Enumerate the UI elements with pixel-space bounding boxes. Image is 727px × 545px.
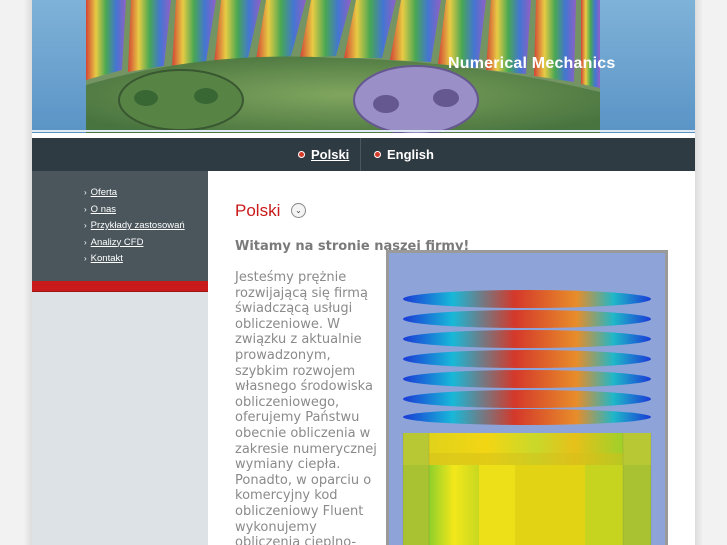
sidebar-accent-bar <box>32 281 208 292</box>
arrow-right-icon: › <box>84 204 87 214</box>
arrow-right-icon: › <box>84 221 87 230</box>
lang-label: English <box>387 147 434 162</box>
sidebar-item-label: O nas <box>90 203 117 215</box>
arrow-right-icon: › <box>84 254 87 263</box>
sidebar-item-o-nas[interactable]: › O nas <box>84 202 208 219</box>
page-container: Numerical Mechanics Polski English › Ofer… <box>32 0 695 545</box>
lang-link-english[interactable]: English <box>374 147 434 162</box>
lang-divider <box>360 138 361 171</box>
chevron-down-icon[interactable]: ⌄ <box>291 203 306 218</box>
sidebar-menu: › Oferta › O nas › Przykłady zastosowań › An… <box>32 171 208 281</box>
sidebar-item-label: Przykłady zastosowań <box>90 220 185 231</box>
bullet-icon <box>298 151 305 158</box>
sidebar-item-analizy-cfd[interactable]: › Analizy CFD <box>84 235 208 252</box>
sidebar-item-oferta[interactable]: › Oferta <box>84 185 208 202</box>
sidebar-item-label: Oferta <box>90 187 118 198</box>
arrow-right-icon: › <box>84 237 87 247</box>
arrow-right-icon: › <box>84 188 87 197</box>
main-content: Polski ⌄ Witamy na stronie naszej firmy!… <box>208 171 695 545</box>
lang-label: Polski <box>311 147 350 162</box>
page-shadow-left <box>24 0 32 545</box>
banner-divider <box>32 130 695 132</box>
lang-link-polski[interactable]: Polski <box>298 147 349 162</box>
sidebar-item-kontakt[interactable]: › Kontakt <box>84 251 208 268</box>
sidebar-item-przyklady[interactable]: › Przykłady zastosowań <box>84 218 208 235</box>
sidebar-item-label: Kontakt <box>90 253 123 264</box>
sidebar-item-label: Analizy CFD <box>90 236 144 248</box>
page-shadow-right <box>695 0 703 545</box>
site-title: Numerical Mechanics <box>448 55 616 72</box>
language-bar: Polski English <box>32 138 695 171</box>
sidebar: › Oferta › O nas › Przykłady zastosowań › An… <box>32 171 208 545</box>
page-title: Polski <box>235 201 281 220</box>
header-banner: Numerical Mechanics <box>32 0 695 133</box>
intro-paragraph: Jesteśmy prężnie rozwijającą się firmą ś… <box>235 270 377 545</box>
heat-sink-simulation-image <box>386 250 668 545</box>
bullet-icon <box>374 151 381 158</box>
